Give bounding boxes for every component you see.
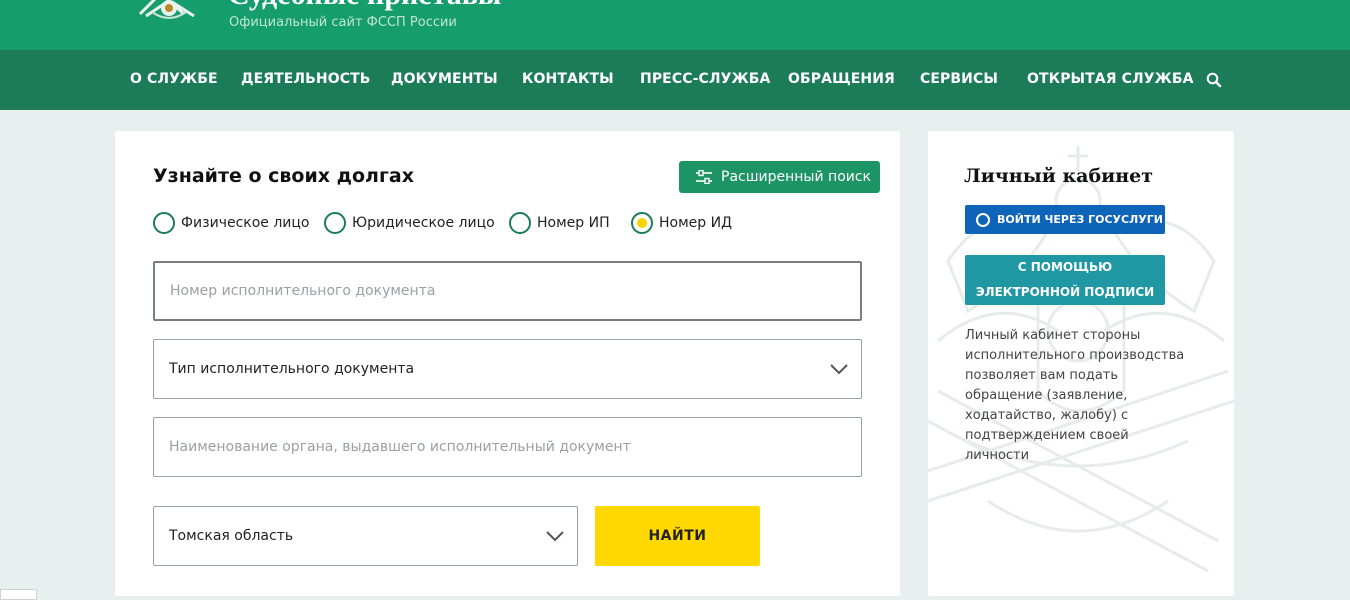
nav-item-contacts[interactable]: КОНТАКТЫ xyxy=(522,71,614,87)
region-select[interactable]: Томская область xyxy=(153,506,578,566)
radio-id-number[interactable]: Номер ИД xyxy=(631,212,732,234)
chevron-down-icon xyxy=(830,364,848,375)
radio-circle-checked[interactable] xyxy=(631,212,653,234)
radio-label: Юридическое лицо xyxy=(352,215,495,231)
chevron-down-icon xyxy=(546,531,564,542)
signature-label-line2: ЭЛЕКТРОННОЙ ПОДПИСИ xyxy=(975,285,1155,299)
nav-item-appeals[interactable]: ОБРАЩЕНИЯ xyxy=(788,71,895,87)
personal-cabinet-card: Личный кабинет ВОЙТИ ЧЕРЕЗ ГОСУСЛУГИ С П… xyxy=(928,131,1234,596)
digital-signature-button[interactable]: С ПОМОЩЬЮ ЭЛЕКТРОННОЙ ПОДПИСИ xyxy=(965,255,1165,305)
signature-label-line1: С ПОМОЩЬЮ xyxy=(1017,260,1113,274)
debt-search-card: Узнайте о своих долгах Расширенный поиск… xyxy=(115,131,900,596)
cabinet-title: Личный кабинет xyxy=(964,165,1154,187)
doc-number-input[interactable]: Номер исполнительного документа xyxy=(153,261,862,321)
search-icon[interactable] xyxy=(1206,72,1222,88)
doc-type-select[interactable]: Тип исполнительного документа xyxy=(153,339,862,399)
nav-item-documents[interactable]: ДОКУМЕНТЫ xyxy=(391,71,498,87)
nav-item-press[interactable]: ПРЕСС-СЛУЖБА xyxy=(640,71,770,87)
site-header: Судебные приставы Официальный сайт ФССП … xyxy=(0,0,1350,50)
radio-circle[interactable] xyxy=(324,212,346,234)
gosuslugi-icon xyxy=(976,212,990,227)
issuer-placeholder: Наименование органа, выдавшего исполните… xyxy=(169,439,631,455)
nav-item-activity[interactable]: ДЕЯТЕЛЬНОСТЬ xyxy=(241,71,371,87)
cabinet-description: Личный кабинет стороны исполнительного п… xyxy=(965,328,1185,463)
doc-type-value: Тип исполнительного документа xyxy=(169,361,415,377)
region-value: Томская область xyxy=(169,528,294,544)
find-button[interactable]: НАЙТИ xyxy=(595,506,760,566)
radio-legal-entity[interactable]: Юридическое лицо xyxy=(324,212,495,234)
site-subtitle: Официальный сайт ФССП России xyxy=(229,15,457,30)
sliders-icon xyxy=(696,170,712,184)
nav-item-open-service[interactable]: ОТКРЫТАЯ СЛУЖБА xyxy=(1027,71,1194,87)
nav-item-services[interactable]: СЕРВИСЫ xyxy=(920,71,998,87)
search-title: Узнайте о своих долгах xyxy=(153,165,414,187)
radio-circle[interactable] xyxy=(153,212,175,234)
gosuslugi-label: ВОЙТИ ЧЕРЕЗ ГОСУСЛУГИ xyxy=(997,213,1163,226)
radio-circle[interactable] xyxy=(509,212,531,234)
doc-number-placeholder: Номер исполнительного документа xyxy=(170,283,436,299)
advanced-search-label: Расширенный поиск xyxy=(721,169,872,185)
radio-label: Номер ИП xyxy=(537,215,610,231)
main-nav: О СЛУЖБЕ ДЕЯТЕЛЬНОСТЬ ДОКУМЕНТЫ КОНТАКТЫ… xyxy=(0,50,1350,110)
corner-widget[interactable] xyxy=(0,589,37,600)
radio-label: Физическое лицо xyxy=(181,215,310,231)
radio-individual[interactable]: Физическое лицо xyxy=(153,212,310,234)
gosuslugi-login-button[interactable]: ВОЙТИ ЧЕРЕЗ ГОСУСЛУГИ xyxy=(965,205,1165,234)
advanced-search-button[interactable]: Расширенный поиск xyxy=(679,161,880,193)
radio-label: Номер ИД xyxy=(659,215,733,231)
issuer-input[interactable]: Наименование органа, выдавшего исполните… xyxy=(153,417,862,477)
radio-ip-number[interactable]: Номер ИП xyxy=(509,212,610,234)
fssp-emblem-icon[interactable] xyxy=(136,0,202,24)
site-title[interactable]: Судебные приставы xyxy=(228,0,501,12)
nav-item-about[interactable]: О СЛУЖБЕ xyxy=(130,71,218,87)
